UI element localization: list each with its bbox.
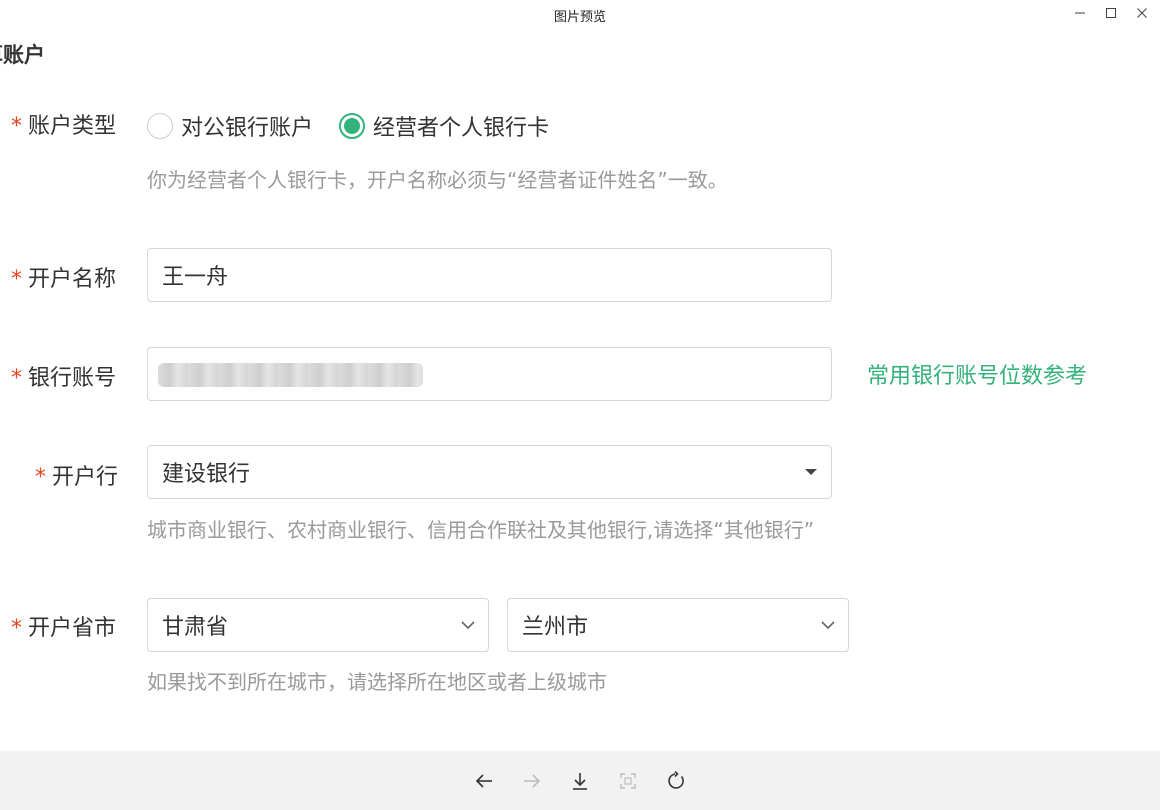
image-preview-content: 算账户 *账户类型 对公银行账户 经营者个人银行卡 你为经营者个人银行卡，开户名… xyxy=(0,30,1160,751)
region-label: * 开户省市 xyxy=(11,610,116,642)
previous-image-button[interactable] xyxy=(471,768,497,794)
account-name-input[interactable]: 王一舟 xyxy=(147,248,832,302)
required-mark: * xyxy=(35,465,46,490)
fit-screen-button[interactable] xyxy=(615,768,641,794)
arrow-left-icon xyxy=(475,774,492,788)
province-value: 甘肃省 xyxy=(162,615,229,640)
caret-down-icon xyxy=(791,468,831,476)
city-select[interactable]: 兰州市 xyxy=(507,598,849,652)
required-mark: * xyxy=(11,267,22,292)
account-name-label-text: 开户名称 xyxy=(28,267,117,292)
download-button[interactable] xyxy=(567,768,593,794)
close-button[interactable] xyxy=(1127,2,1157,24)
account-name-label: * 开户名称 xyxy=(11,261,116,293)
section-title: 算账户 xyxy=(0,43,45,67)
account-number-label: * 银行账号 xyxy=(11,360,116,392)
radio-unchecked-icon xyxy=(147,113,173,139)
radio-checked-icon xyxy=(339,113,365,139)
fit-screen-icon xyxy=(620,773,636,789)
next-image-button[interactable] xyxy=(519,768,545,794)
title-bar: 图片预览 xyxy=(0,0,1160,30)
redacted-account-number xyxy=(158,363,423,387)
account-digits-reference-link[interactable]: 常用银行账号位数参考 xyxy=(867,358,1087,390)
account-number-label-text: 银行账号 xyxy=(28,366,117,391)
chevron-down-icon xyxy=(448,620,488,630)
account-name-value: 王一舟 xyxy=(162,265,229,290)
rotate-icon xyxy=(668,771,684,789)
maximize-button[interactable] xyxy=(1096,2,1126,24)
city-value: 兰州市 xyxy=(522,615,589,640)
account-type-hint: 你为经营者个人银行卡，开户名称必须与“经营者证件姓名”一致。 xyxy=(147,168,728,192)
bank-label-text: 开户行 xyxy=(52,465,119,490)
account-type-label-text: 账户类型 xyxy=(28,114,117,139)
viewer-toolbar xyxy=(0,751,1160,810)
bank-value: 建设银行 xyxy=(162,462,251,487)
required-mark: * xyxy=(11,114,22,139)
radio-corporate-account[interactable]: 对公银行账户 xyxy=(147,110,313,142)
bank-label: * 开户行 xyxy=(35,459,118,491)
minimize-icon xyxy=(1075,12,1085,14)
radio-corporate-label: 对公银行账户 xyxy=(181,116,314,141)
radio-personal-card[interactable]: 经营者个人银行卡 xyxy=(339,110,549,142)
chevron-down-icon xyxy=(808,620,848,630)
province-select[interactable]: 甘肃省 xyxy=(147,598,489,652)
account-type-label: * 账户类型 xyxy=(11,108,116,140)
maximize-icon xyxy=(1106,8,1116,18)
arrow-right-icon xyxy=(524,774,541,788)
region-label-text: 开户省市 xyxy=(28,616,117,641)
rotate-button[interactable] xyxy=(663,768,689,794)
bank-select[interactable]: 建设银行 xyxy=(147,445,832,499)
download-icon xyxy=(573,773,587,790)
region-hint: 如果找不到所在城市，请选择所在地区或者上级城市 xyxy=(147,670,607,694)
account-number-input[interactable] xyxy=(147,347,832,401)
radio-personal-label: 经营者个人银行卡 xyxy=(373,116,550,141)
bank-hint: 城市商业银行、农村商业银行、信用合作联社及其他银行,请选择“其他银行” xyxy=(147,518,815,542)
required-mark: * xyxy=(11,366,22,391)
required-mark: * xyxy=(11,616,22,641)
minimize-button[interactable] xyxy=(1065,2,1095,24)
close-icon xyxy=(1137,8,1147,18)
window-title: 图片预览 xyxy=(553,10,606,25)
